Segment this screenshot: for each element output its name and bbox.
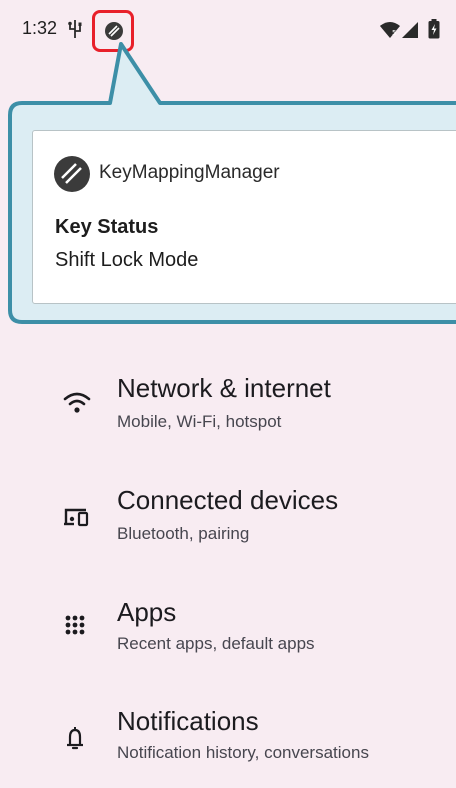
- settings-item-subtitle: Notification history, conversations: [117, 743, 369, 762]
- settings-item-title: Apps: [117, 597, 177, 627]
- notification-text: Shift Lock Mode: [55, 249, 199, 271]
- cellular-signal-icon: [402, 22, 418, 43]
- status-bar: 1:32 5: [0, 0, 456, 62]
- highlight-box: [92, 10, 134, 52]
- settings-item-title: Connected devices: [117, 485, 339, 515]
- settings-item-subtitle: Mobile, Wi-Fi, hotspot: [117, 412, 282, 431]
- notification-title: Key Status: [55, 216, 159, 238]
- battery-charging-icon: [428, 19, 440, 44]
- settings-item-title: Notifications: [117, 706, 259, 736]
- settings-item-connected-devices[interactable]: Connected devices Bluetooth, pairing: [0, 474, 456, 564]
- notification-card[interactable]: KeyMappingManager Key Status Shift Lock …: [32, 130, 456, 304]
- settings-item-apps[interactable]: Apps Recent apps, default apps: [0, 586, 456, 676]
- notification-app-name: KeyMappingManager: [99, 162, 280, 183]
- usb-icon: [66, 19, 84, 44]
- wifi-icon: [62, 388, 92, 418]
- key-mapping-icon[interactable]: [104, 21, 124, 46]
- svg-text:5: 5: [392, 29, 396, 37]
- connected-devices-icon: [62, 502, 92, 532]
- apps-grid-icon: [62, 610, 92, 640]
- settings-item-network[interactable]: Network & internet Mobile, Wi-Fi, hotspo…: [0, 362, 456, 452]
- wifi-icon: 5: [380, 22, 400, 43]
- status-time: 1:32: [22, 18, 58, 38]
- settings-item-subtitle: Bluetooth, pairing: [117, 524, 250, 543]
- settings-item-subtitle: Recent apps, default apps: [117, 634, 315, 653]
- key-mapping-icon: [53, 155, 91, 193]
- bell-icon: [62, 724, 92, 754]
- settings-item-title: Network & internet: [117, 373, 331, 403]
- settings-item-notifications[interactable]: Notifications Notification history, conv…: [0, 698, 456, 788]
